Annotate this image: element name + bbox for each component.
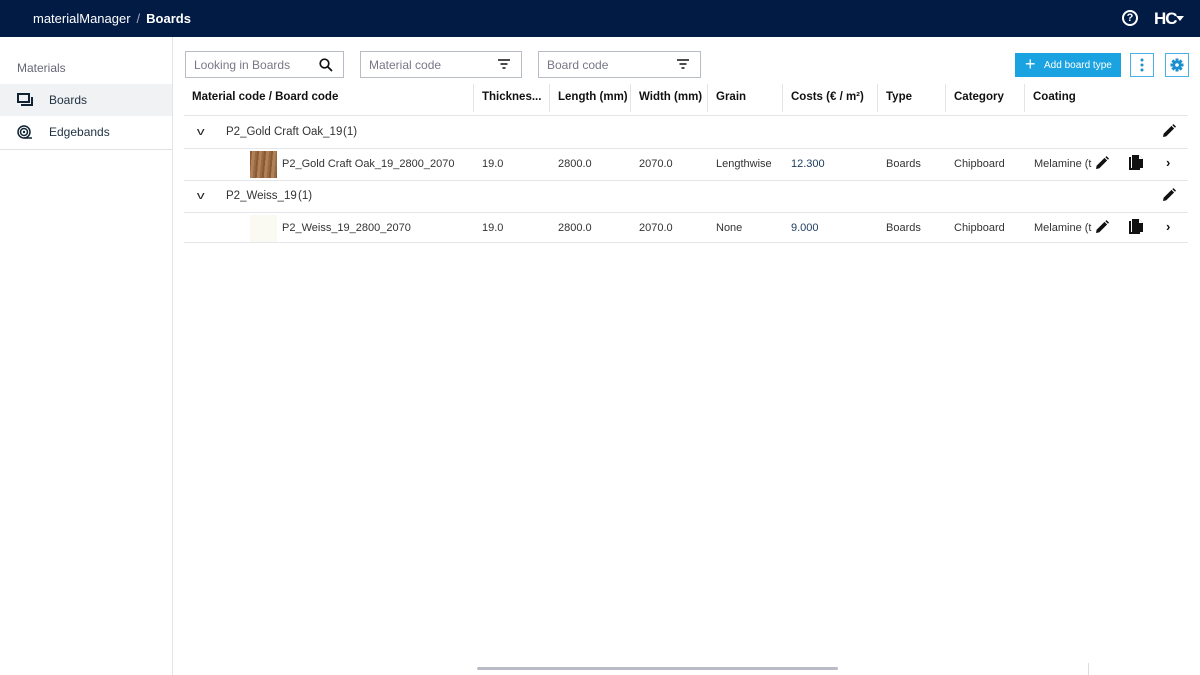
chevron-down-icon[interactable] [1176,16,1184,21]
group-count: (1) [298,190,313,202]
col-costs[interactable]: Costs (€ / m²) [782,84,864,112]
type: Boards [886,158,921,170]
thickness: 19.0 [482,158,504,170]
edit-group-icon[interactable] [1162,124,1176,143]
col-category[interactable]: Category [945,84,1004,112]
grain: None [716,222,743,234]
filter-icon[interactable] [676,58,690,70]
category: Chipboard [954,158,1005,170]
length: 2800.0 [558,222,592,234]
sidebar: Materials Boards Edgebands [0,37,173,675]
sidebar-item-label: Boards [49,93,88,107]
edit-icon[interactable] [1095,156,1109,175]
sidebar-title: Materials [17,61,66,75]
chevron-down-icon[interactable]: v [197,126,205,138]
filter-icon[interactable] [497,58,511,70]
costs: 12.300 [791,158,825,170]
group-name: P2_Gold Craft Oak_19 [226,126,343,138]
col-length[interactable]: Length (mm) [549,84,628,112]
col-coating[interactable]: Coating [1024,84,1076,112]
group-count: (1) [343,126,358,138]
chevron-right-icon[interactable]: › [1166,219,1170,234]
thickness: 19.0 [482,222,504,234]
divider [184,180,1188,181]
divider [184,148,1188,149]
divider [1088,663,1089,675]
col-material-code[interactable]: Material code / Board code [192,84,338,112]
more-options-button[interactable] [1130,53,1154,77]
help-icon[interactable]: ? [1122,10,1138,26]
divider [184,212,1188,213]
divider [0,149,172,150]
coating: Melamine (t [1034,222,1092,234]
costs: 9.000 [791,222,819,234]
col-thickness[interactable]: Thicknes... [473,84,541,112]
board-code-filter[interactable]: Board code [538,51,701,78]
board-code: P2_Weiss_19_2800_2070 [282,222,411,234]
col-width[interactable]: Width (mm) [630,84,702,112]
logo[interactable]: HC [1154,9,1178,29]
col-grain[interactable]: Grain [707,84,746,112]
board-code-placeholder: Board code [547,58,609,72]
top-bar: materialManager / Boards ? HC [0,0,1200,37]
board-swatch [250,151,277,178]
boards-icon [17,93,33,106]
length: 2800.0 [558,158,592,170]
add-board-type-button[interactable]: + Add board type [1015,53,1121,77]
sidebar-item-edgebands[interactable]: Edgebands [0,116,172,148]
material-code-placeholder: Material code [369,58,442,72]
width: 2070.0 [639,158,673,170]
sidebar-item-label: Edgebands [49,125,110,139]
copy-icon[interactable] [1129,155,1143,176]
breadcrumb-current: Boards [146,11,191,26]
edit-group-icon[interactable] [1162,188,1176,207]
search-input[interactable]: Looking in Boards [185,51,344,78]
edit-icon[interactable] [1095,220,1109,239]
group-name: P2_Weiss_19 [226,190,297,202]
chevron-right-icon[interactable]: › [1166,155,1170,170]
divider [184,242,1188,243]
copy-icon[interactable] [1129,219,1143,240]
breadcrumb-app[interactable]: materialManager [33,11,131,26]
breadcrumb-separator: / [136,11,141,26]
type: Boards [886,222,921,234]
material-code-filter[interactable]: Material code [360,51,522,78]
plus-icon: + [1025,54,1036,74]
board-code: P2_Gold Craft Oak_19_2800_2070 [282,158,455,170]
divider [184,115,1188,116]
breadcrumb: materialManager / Boards [33,11,191,26]
gear-icon [1170,58,1184,72]
board-swatch [250,215,277,242]
chevron-down-icon[interactable]: v [197,190,205,202]
sidebar-item-boards[interactable]: Boards [0,84,172,116]
width: 2070.0 [639,222,673,234]
category: Chipboard [954,222,1005,234]
settings-button[interactable] [1165,53,1189,77]
grain: Lengthwise [716,158,772,170]
horizontal-scrollbar[interactable] [477,667,838,670]
search-placeholder: Looking in Boards [194,58,291,72]
kebab-icon [1140,58,1144,72]
edgeband-roll-icon [17,125,32,139]
search-icon[interactable] [319,58,333,72]
coating: Melamine (t [1034,158,1092,170]
add-board-type-label: Add board type [1044,60,1112,71]
col-type[interactable]: Type [877,84,912,112]
